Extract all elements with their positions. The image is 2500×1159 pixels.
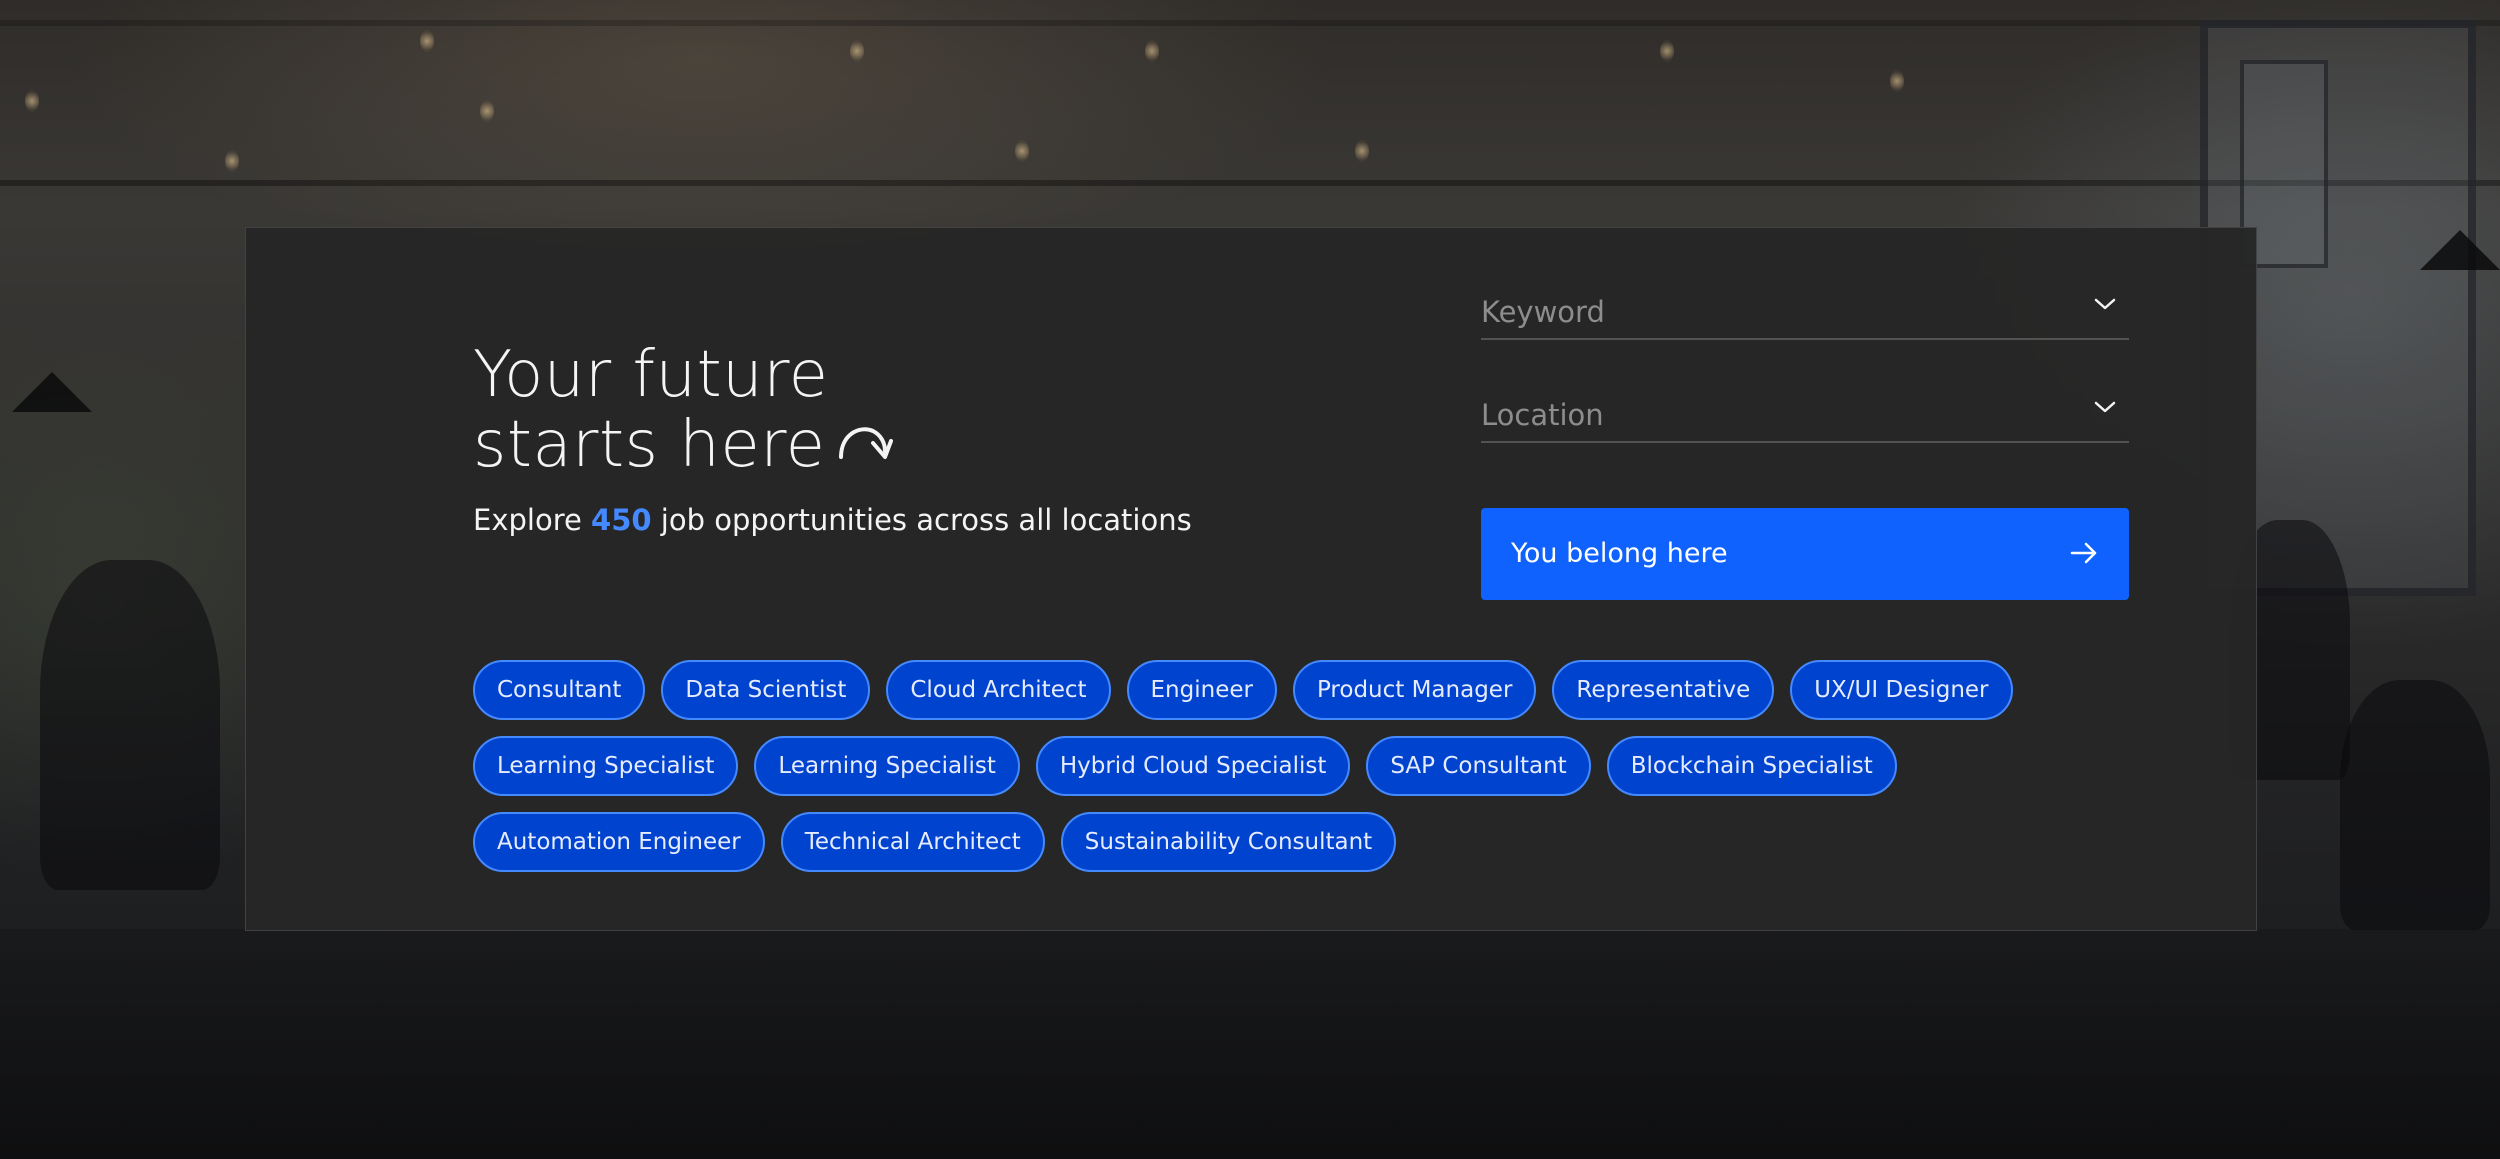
chevron-down-icon <box>2094 401 2116 413</box>
background-lamp <box>1015 140 1029 162</box>
location-placeholder: Location <box>1481 398 1604 432</box>
background-lamp <box>25 90 39 112</box>
subtitle-prefix: Explore <box>473 503 592 537</box>
chip-row: Automation Engineer Technical Architect … <box>473 812 2073 872</box>
chip-data-scientist[interactable]: Data Scientist <box>661 660 871 720</box>
subtitle-suffix: job opportunities across all locations <box>651 503 1192 537</box>
chip-hybrid-cloud-specialist[interactable]: Hybrid Cloud Specialist <box>1035 736 1351 796</box>
chip-technical-architect[interactable]: Technical Architect <box>780 812 1045 872</box>
job-search-card: Your future starts here Explore 450 job … <box>245 227 2257 931</box>
chip-consultant[interactable]: Consultant <box>473 660 646 720</box>
background-lamp <box>225 150 239 172</box>
page-title: Your future starts here <box>473 338 894 482</box>
background-lamp <box>850 40 864 62</box>
chip-learning-specialist[interactable]: Learning Specialist <box>754 736 1020 796</box>
background-lamp <box>1145 40 1159 62</box>
job-count: 450 <box>591 503 652 537</box>
arrow-right-icon <box>2070 542 2097 564</box>
background-lamp-shade <box>2420 230 2500 270</box>
chip-product-manager[interactable]: Product Manager <box>1292 660 1537 720</box>
chip-ux-ui-designer[interactable]: UX/UI Designer <box>1790 660 2013 720</box>
chip-cloud-architect[interactable]: Cloud Architect <box>886 660 1111 720</box>
background-lamp <box>480 100 494 122</box>
chip-sustainability-consultant[interactable]: Sustainability Consultant <box>1060 812 1397 872</box>
chevron-down-icon <box>2094 298 2116 310</box>
headline-line-2-text: starts here <box>473 408 826 482</box>
job-count-subtitle: Explore 450 job opportunities across all… <box>473 500 1192 540</box>
background-lamp-shade <box>12 372 92 412</box>
job-category-chips: Consultant Data Scientist Cloud Architec… <box>473 660 2073 888</box>
chip-row: Learning Specialist Learning Specialist … <box>473 736 2073 796</box>
headline-line-2: starts here <box>473 408 894 482</box>
background-lamp <box>420 30 434 52</box>
background-lamp <box>1355 140 1369 162</box>
headline-line-1: Your future <box>473 338 829 412</box>
background-lamp <box>1890 70 1904 92</box>
background-chair <box>2340 680 2490 930</box>
background-beam <box>0 180 2500 186</box>
chip-sap-consultant[interactable]: SAP Consultant <box>1366 736 1591 796</box>
chip-learning-specialist[interactable]: Learning Specialist <box>473 736 739 796</box>
chip-blockchain-specialist[interactable]: Blockchain Specialist <box>1606 736 1897 796</box>
chip-automation-engineer[interactable]: Automation Engineer <box>473 812 765 872</box>
curved-arrow-icon <box>839 426 894 459</box>
background-chair <box>40 560 220 890</box>
location-dropdown[interactable]: Location <box>1481 387 2129 443</box>
keyword-placeholder: Keyword <box>1481 295 1605 329</box>
chip-row: Consultant Data Scientist Cloud Architec… <box>473 660 2073 720</box>
background-lamp <box>1660 40 1674 62</box>
submit-button-label: You belong here <box>1511 538 1728 569</box>
page-background: Your future starts here Explore 450 job … <box>0 0 2500 1159</box>
background-beam <box>0 20 2500 26</box>
chip-engineer[interactable]: Engineer <box>1126 660 1277 720</box>
background-floor <box>0 929 2500 1159</box>
search-submit-button[interactable]: You belong here <box>1481 508 2129 600</box>
chip-representative[interactable]: Representative <box>1552 660 1775 720</box>
keyword-dropdown[interactable]: Keyword <box>1481 284 2129 340</box>
